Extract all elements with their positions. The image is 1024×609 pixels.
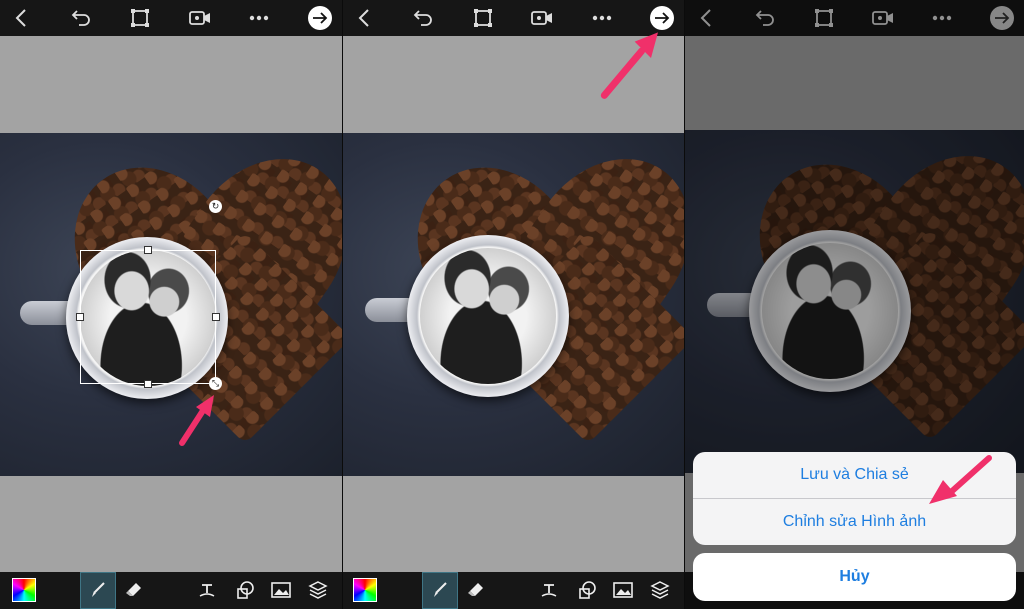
rotate-icon[interactable]: ↻ xyxy=(209,200,222,213)
chevron-left-icon[interactable] xyxy=(10,7,32,29)
video-camera-icon[interactable] xyxy=(531,7,553,29)
editor-canvas[interactable]: ↻ ⤡ xyxy=(0,36,342,572)
coffee-background-photo xyxy=(343,133,684,476)
color-picker-icon[interactable] xyxy=(12,578,36,602)
brush-icon[interactable] xyxy=(427,577,453,603)
crop-icon[interactable] xyxy=(472,7,494,29)
color-picker-icon[interactable] xyxy=(353,578,377,602)
cancel-button[interactable]: Hủy xyxy=(693,553,1016,601)
sticker-icon[interactable] xyxy=(574,577,600,603)
selection-box[interactable] xyxy=(80,250,216,384)
bottom-toolbar xyxy=(0,572,342,609)
top-toolbar xyxy=(0,0,342,36)
resize-handle[interactable] xyxy=(76,313,84,321)
arrow-right-circle-icon[interactable] xyxy=(307,6,332,30)
pointer-arrow xyxy=(929,455,992,504)
editor-panel-1: ↻ ⤡ xyxy=(0,0,342,609)
layers-icon[interactable] xyxy=(647,577,673,603)
sticker-icon[interactable] xyxy=(232,577,258,603)
crop-icon[interactable] xyxy=(129,7,151,29)
eraser-icon[interactable] xyxy=(121,577,147,603)
resize-handle[interactable] xyxy=(144,246,152,254)
pointer-arrow xyxy=(600,32,658,99)
editor-canvas[interactable] xyxy=(343,32,684,572)
couple-portrait xyxy=(420,248,556,384)
eraser-icon[interactable] xyxy=(463,577,489,603)
more-horizontal-icon[interactable] xyxy=(248,7,270,29)
text-icon[interactable] xyxy=(536,577,562,603)
editor-panel-3: Lưu và Chia sẻ Chỉnh sửa Hình ảnh Hủy xyxy=(685,0,1024,609)
undo-icon[interactable] xyxy=(412,7,434,29)
text-icon[interactable] xyxy=(194,577,220,603)
editor-panel-2 xyxy=(343,0,684,609)
tutorial-screenshot: ↻ ⤡ Lưu và Chia sẻ Chỉnh sửa Hình ảnh Hủ… xyxy=(0,0,1024,609)
brush-icon[interactable] xyxy=(85,577,111,603)
resize-handle[interactable] xyxy=(144,380,152,388)
bottom-toolbar xyxy=(343,572,684,609)
layers-icon[interactable] xyxy=(305,577,331,603)
more-horizontal-icon[interactable] xyxy=(591,7,613,29)
undo-icon[interactable] xyxy=(70,7,92,29)
scale-icon[interactable]: ⤡ xyxy=(209,377,222,390)
video-camera-icon[interactable] xyxy=(188,7,211,29)
arrow-right-circle-icon[interactable] xyxy=(649,6,674,30)
image-icon[interactable] xyxy=(610,577,636,603)
resize-handle[interactable] xyxy=(212,313,220,321)
chevron-left-icon[interactable] xyxy=(353,7,375,29)
pointer-arrow xyxy=(179,395,214,446)
image-icon[interactable] xyxy=(268,577,294,603)
